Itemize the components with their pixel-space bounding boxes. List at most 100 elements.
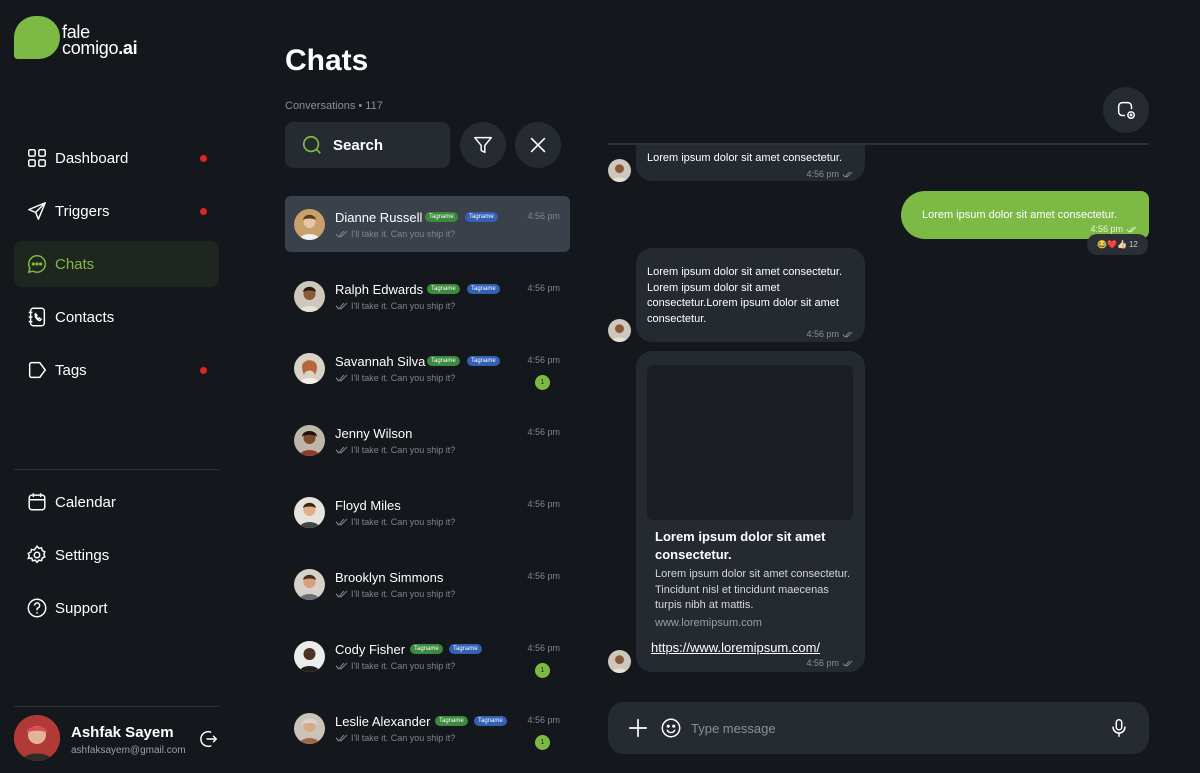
chat-list-item[interactable]: Savannah Silva Tagname Tagname I'll take… <box>285 340 570 396</box>
logo-mark <box>14 16 60 59</box>
message-time: 4:56 pm <box>806 658 853 668</box>
filter-button[interactable] <box>460 122 506 168</box>
last-message: I'll take it. Can you ship it? <box>335 373 455 383</box>
tag-badge: Tagname <box>467 284 500 294</box>
link-url[interactable]: https://www.loremipsum.com/ <box>651 640 820 655</box>
tag-badge: Tagname <box>474 716 507 726</box>
logout-icon[interactable] <box>197 728 219 750</box>
reactions-badge[interactable]: 😂❤️👍🏻 12 <box>1087 234 1148 255</box>
message-bubble-outgoing[interactable]: Lorem ipsum dolor sit amet consectetur. … <box>901 191 1149 239</box>
double-check-icon <box>335 590 348 598</box>
sidebar-divider <box>14 706 219 707</box>
new-chat-button[interactable] <box>1103 87 1149 133</box>
contact-name: Jenny Wilson <box>335 426 413 441</box>
chat-list-item[interactable]: Ralph Edwards Tagname Tagname I'll take … <box>285 268 570 324</box>
message-bubble[interactable]: Lorem ipsum dolor sit amet consectetur. … <box>636 145 865 181</box>
tag-badge: Tagname <box>410 644 443 654</box>
avatar <box>294 497 325 528</box>
grid-icon <box>28 149 46 167</box>
double-check-icon <box>1126 226 1137 233</box>
send-icon <box>28 202 46 220</box>
link-preview-card[interactable]: Lorem ipsum dolor sit amet consectetur. … <box>636 351 865 672</box>
plus-icon[interactable] <box>627 717 649 739</box>
chat-list-item[interactable]: Floyd Miles I'll take it. Can you ship i… <box>285 484 570 540</box>
sidebar-item-tags[interactable]: Tags <box>14 347 219 393</box>
new-chat-icon <box>1117 101 1135 119</box>
chat-list-item[interactable]: Jenny Wilson I'll take it. Can you ship … <box>285 412 570 468</box>
avatar <box>608 650 631 673</box>
sidebar-item-label: Dashboard <box>55 149 129 167</box>
message-bubble[interactable]: Lorem ipsum dolor sit amet consectetur. … <box>636 248 865 342</box>
sidebar-item-triggers[interactable]: Triggers <box>14 188 219 234</box>
double-check-icon <box>842 331 853 338</box>
last-message: I'll take it. Can you ship it? <box>335 589 455 599</box>
sidebar-item-label: Calendar <box>55 493 116 511</box>
message-composer <box>608 702 1149 754</box>
double-check-icon <box>842 171 853 178</box>
emoji-icon[interactable] <box>660 717 682 739</box>
contact-name: Floyd Miles <box>335 498 401 513</box>
chat-list-item[interactable]: Brooklyn Simmons I'll take it. Can you s… <box>285 556 570 612</box>
contact-name: Ralph Edwards <box>335 282 424 297</box>
notification-dot <box>200 155 207 162</box>
message-time: 4:56 pm <box>527 427 560 437</box>
avatar <box>294 353 325 384</box>
avatar <box>294 569 325 600</box>
avatar <box>294 641 325 672</box>
last-message-text: I'll take it. Can you ship it? <box>351 661 456 671</box>
avatar <box>608 319 631 342</box>
double-check-icon <box>335 734 348 742</box>
page-title: Chats <box>285 44 369 77</box>
tag-badge: Tagname <box>425 212 458 222</box>
unread-badge: 1 <box>535 663 550 678</box>
unread-badge: 1 <box>535 375 550 390</box>
last-message: I'll take it. Can you ship it? <box>335 301 455 311</box>
last-message-text: I'll take it. Can you ship it? <box>351 301 456 311</box>
last-message-text: I'll take it. Can you ship it? <box>351 589 456 599</box>
contact-name: Brooklyn Simmons <box>335 570 444 585</box>
message-time: 4:56 pm <box>527 283 560 293</box>
tag-badge: Tagname <box>435 716 468 726</box>
last-message: I'll take it. Can you ship it? <box>335 229 455 239</box>
sidebar-item-support[interactable]: Support <box>14 585 219 631</box>
message-time-text: 4:56 pm <box>806 329 839 339</box>
brand-logo[interactable]: fale comigo.ai <box>14 16 154 60</box>
sidebar-item-label: Tags <box>55 361 87 379</box>
sidebar-item-dashboard[interactable]: Dashboard <box>14 135 219 181</box>
user-avatar[interactable] <box>14 715 60 761</box>
avatar <box>294 713 325 744</box>
avatar <box>294 209 325 240</box>
link-preview-title: Lorem ipsum dolor sit amet consectetur. <box>655 529 826 562</box>
message-text: Lorem ipsum dolor sit amet consectetur. <box>647 152 843 164</box>
contact-name: Savannah Silva <box>335 354 426 369</box>
double-check-icon <box>335 230 348 238</box>
tag-icon <box>28 361 47 379</box>
message-time-text: 4:56 pm <box>1090 224 1123 234</box>
message-time: 4:56 pm <box>527 211 560 221</box>
gear-icon <box>27 545 46 564</box>
last-message: I'll take it. Can you ship it? <box>335 445 455 455</box>
conversation-count: Conversations • 117 <box>285 100 383 112</box>
tag-badge: Tagname <box>465 212 498 222</box>
sidebar-item-chats[interactable]: Chats <box>14 241 219 287</box>
chat-list-item[interactable]: Cody Fisher Tagname Tagname I'll take it… <box>285 628 570 684</box>
message-time: 4:56 pm <box>527 355 560 365</box>
reaction-count: 12 <box>1128 240 1138 249</box>
sidebar-item-settings[interactable]: Settings <box>14 532 219 578</box>
chat-list-item[interactable]: Dianne Russell Tagname Tagname I'll take… <box>285 196 570 252</box>
contact-name: Cody Fisher <box>335 642 406 657</box>
clear-button[interactable] <box>515 122 561 168</box>
microphone-icon[interactable] <box>1108 717 1130 739</box>
message-input[interactable] <box>691 702 1091 754</box>
close-icon <box>530 137 546 153</box>
sidebar-item-label: Support <box>55 599 108 617</box>
search-input[interactable]: Search <box>285 122 450 168</box>
message-text: Lorem ipsum dolor sit amet consectetur. <box>922 209 1118 221</box>
sidebar-item-contacts[interactable]: Contacts <box>14 294 219 340</box>
reaction-emojis: 😂❤️👍🏻 <box>1097 240 1127 249</box>
avatar <box>294 281 325 312</box>
sidebar-item-calendar[interactable]: Calendar <box>14 479 219 525</box>
last-message-text: I'll take it. Can you ship it? <box>351 229 456 239</box>
chat-list-item[interactable]: Leslie Alexander Tagname Tagname I'll ta… <box>285 700 570 756</box>
message-time: 4:56 pm <box>527 499 560 509</box>
